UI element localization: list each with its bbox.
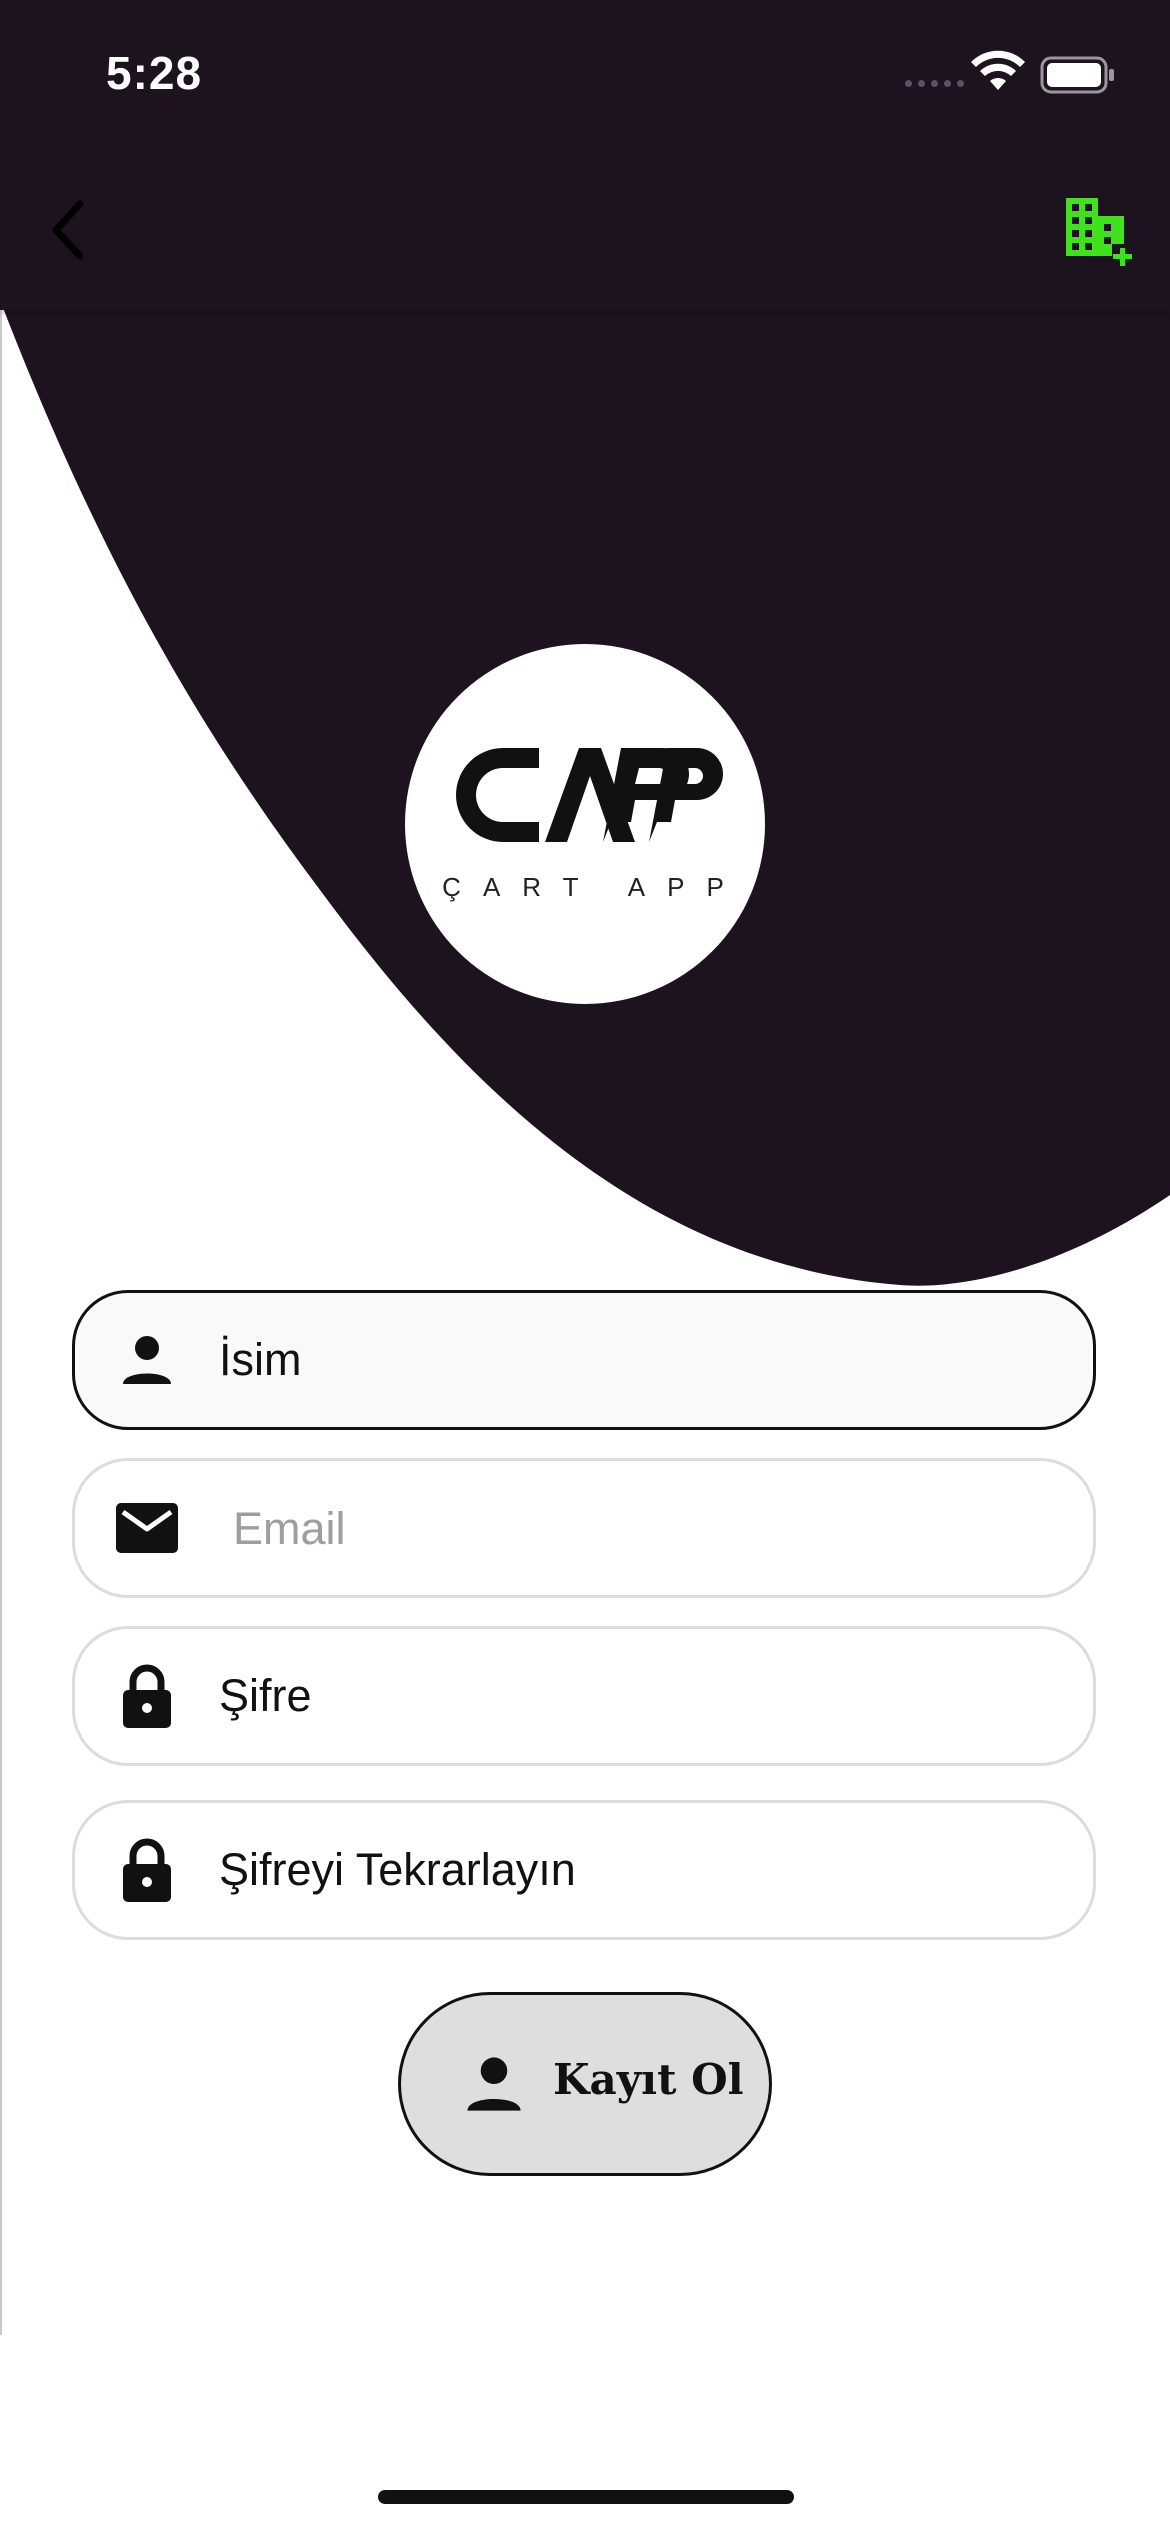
lock-icon xyxy=(115,1838,179,1902)
capp-logo: ÇART APP xyxy=(405,644,765,1004)
register-button-label: Kayıt Ol xyxy=(553,2055,744,2104)
password-repeat-field-text: Şifreyi Tekrarlayın xyxy=(219,1844,576,1895)
lock-icon xyxy=(115,1664,179,1728)
password-field-text: Şifre xyxy=(219,1670,312,1721)
mail-icon xyxy=(115,1496,179,1560)
building-add-icon[interactable] xyxy=(1062,194,1136,268)
status-bar: 5:28 xyxy=(0,0,1170,150)
logo-tagline: ÇART APP xyxy=(442,872,746,902)
status-time: 5:28 xyxy=(106,47,203,99)
email-input[interactable] xyxy=(231,1491,1055,1567)
person-icon xyxy=(115,1328,179,1392)
email-field[interactable] xyxy=(72,1458,1096,1598)
back-chevron-icon[interactable] xyxy=(40,190,110,270)
name-field-text: İsim xyxy=(219,1334,302,1385)
name-field[interactable]: İsim xyxy=(72,1290,1096,1430)
home-indicator[interactable] xyxy=(378,2490,794,2504)
person-icon xyxy=(467,2057,521,2111)
password-repeat-field[interactable]: Şifreyi Tekrarlayın xyxy=(72,1800,1096,1940)
battery-icon xyxy=(1040,56,1114,94)
password-field[interactable]: Şifre xyxy=(72,1626,1096,1766)
logo-wordmark xyxy=(456,748,723,842)
navigation-bar xyxy=(0,150,1170,310)
register-button[interactable]: Kayıt Ol xyxy=(398,1992,772,2176)
wifi-icon xyxy=(971,50,1025,90)
cellular-signal-icon xyxy=(905,80,964,87)
